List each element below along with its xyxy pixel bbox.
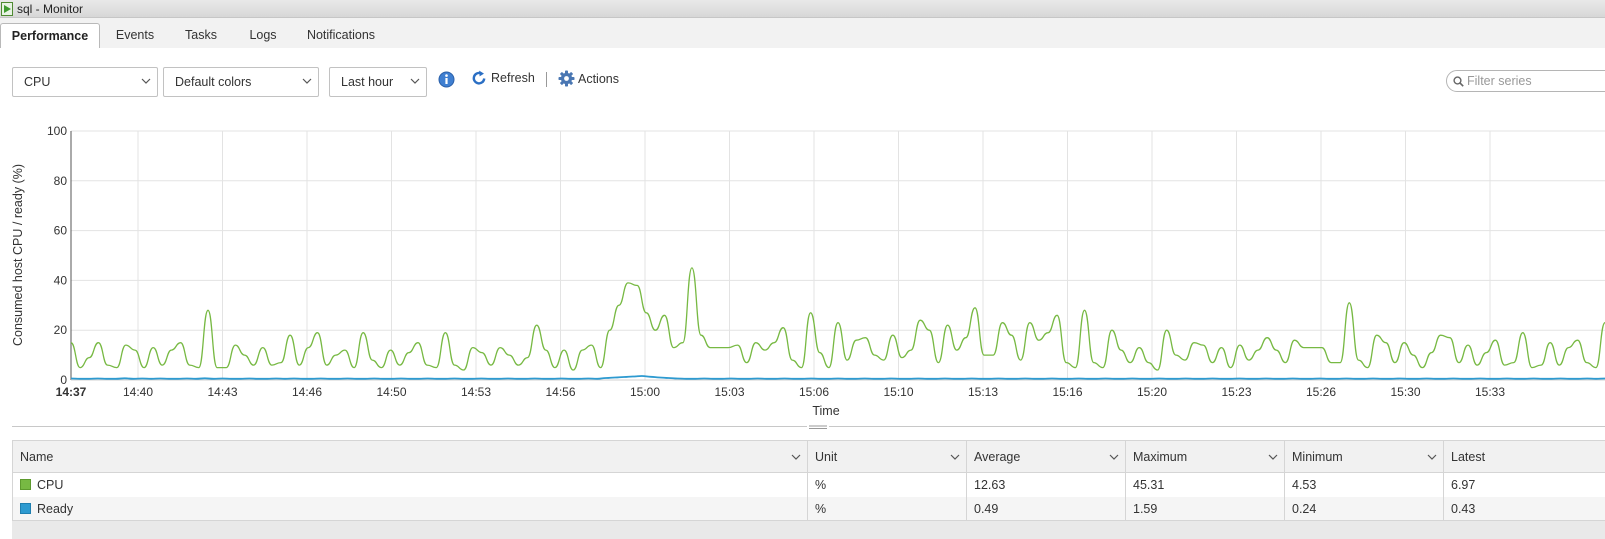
performance-chart: 02040608010014:37 14:40 14:43 14:46 14:50 14:… — [47, 124, 1605, 399]
x-tick-label: 14:56 — [545, 385, 575, 399]
row-minimum-cell: 4.53 — [1284, 472, 1444, 497]
chevron-down-icon[interactable] — [791, 453, 801, 461]
row-minimum-cell: 0.24 — [1284, 496, 1444, 521]
gear-icon — [558, 70, 575, 87]
series-line-ready — [70, 375, 1605, 380]
tab-notifications[interactable]: Notifications — [298, 23, 384, 48]
series-color-swatch — [20, 502, 31, 514]
series-table: Name Unit Average Maximum Minimum Latest… — [12, 440, 1605, 521]
x-tick-label: 15:00 — [630, 385, 660, 399]
y-tick-label: 40 — [54, 273, 68, 287]
metric-select-value: CPU — [24, 75, 51, 89]
x-tick-label: 14:37 — [56, 385, 87, 399]
chevron-down-icon[interactable] — [1427, 453, 1437, 461]
refresh-label: Refresh — [491, 71, 535, 85]
x-tick-label: 14:50 — [376, 385, 406, 399]
column-header-unit[interactable]: Unit — [807, 440, 967, 473]
x-tick-label: 15:30 — [1390, 385, 1420, 399]
filter-series-input[interactable] — [1467, 73, 1597, 89]
chevron-down-icon[interactable] — [1268, 453, 1278, 461]
metric-select[interactable]: CPU — [12, 67, 158, 97]
actions-label: Actions — [578, 71, 619, 86]
toolbar-separator — [546, 72, 547, 87]
refresh-icon — [472, 70, 486, 85]
tab-logs[interactable]: Logs — [240, 23, 286, 48]
table-row[interactable]: CPU % 12.63 45.31 4.53 6.97 — [12, 472, 1605, 497]
tab-tasks[interactable]: Tasks — [175, 23, 227, 48]
table-footer-bar — [12, 520, 1605, 539]
x-tick-label: 14:43 — [207, 385, 237, 399]
color-select[interactable]: Default colors — [163, 67, 319, 97]
column-header-maximum[interactable]: Maximum — [1125, 440, 1285, 473]
x-tick-label: 15:33 — [1475, 385, 1505, 399]
x-tick-label: 14:46 — [292, 385, 322, 399]
y-tick-label: 20 — [54, 323, 68, 337]
chevron-down-icon — [141, 78, 151, 84]
title-bar: sql - Monitor — [0, 0, 1605, 18]
chevron-down-icon[interactable] — [950, 453, 960, 461]
series-color-swatch — [20, 478, 31, 490]
y-tick-label: 100 — [47, 124, 67, 138]
row-latest-cell: 6.97 — [1443, 472, 1605, 497]
search-icon — [1453, 76, 1464, 87]
y-tick-label: 80 — [54, 174, 68, 188]
x-axis-title: Time — [812, 404, 840, 418]
info-icon[interactable] — [438, 71, 455, 88]
x-tick-label: 15:23 — [1221, 385, 1251, 399]
filter-series-field[interactable] — [1446, 70, 1605, 92]
tab-strip: Performance Events Tasks Logs Notificati… — [0, 18, 1605, 48]
column-header-minimum[interactable]: Minimum — [1284, 440, 1444, 473]
x-tick-label: 14:40 — [123, 385, 153, 399]
table-header-row: Name Unit Average Maximum Minimum Latest — [12, 440, 1605, 473]
x-tick-label: 15:20 — [1137, 385, 1167, 399]
row-maximum-cell: 45.31 — [1125, 472, 1285, 497]
vm-play-icon — [1, 1, 13, 16]
column-header-average[interactable]: Average — [966, 440, 1126, 473]
time-range-select[interactable]: Last hour — [329, 67, 427, 97]
row-average-cell: 0.49 — [966, 496, 1126, 521]
time-range-value: Last hour — [341, 75, 394, 89]
refresh-button[interactable]: Refresh — [471, 70, 535, 86]
chevron-down-icon[interactable] — [1109, 453, 1119, 461]
x-tick-label: 15:16 — [1052, 385, 1082, 399]
tab-performance[interactable]: Performance — [0, 23, 100, 48]
column-header-latest[interactable]: Latest — [1443, 440, 1605, 473]
column-header-name[interactable]: Name — [12, 440, 808, 473]
chevron-down-icon — [410, 78, 420, 84]
series-line-cpu — [70, 267, 1605, 371]
row-name-cell: Ready — [12, 496, 808, 521]
x-tick-label: 15:06 — [799, 385, 829, 399]
chevron-down-icon — [302, 78, 312, 84]
color-select-value: Default colors — [175, 75, 252, 89]
row-maximum-cell: 1.59 — [1125, 496, 1285, 521]
splitter-grip-icon[interactable] — [807, 423, 829, 431]
x-tick-label: 14:53 — [461, 385, 491, 399]
y-axis-title: Consumed host CPU / ready (%) — [11, 164, 25, 347]
x-tick-label: 15:10 — [883, 385, 913, 399]
actions-button[interactable]: Actions — [558, 70, 619, 87]
x-tick-label: 15:13 — [968, 385, 998, 399]
y-tick-label: 60 — [54, 224, 68, 238]
row-average-cell: 12.63 — [966, 472, 1126, 497]
row-name-cell: CPU — [12, 472, 808, 497]
window-title: sql - Monitor — [17, 1, 84, 16]
table-row[interactable]: Ready % 0.49 1.59 0.24 0.43 — [12, 496, 1605, 521]
row-unit-cell: % — [807, 472, 967, 497]
x-tick-label: 15:26 — [1306, 385, 1336, 399]
x-tick-label: 15:03 — [714, 385, 744, 399]
row-latest-cell: 0.43 — [1443, 496, 1605, 521]
row-unit-cell: % — [807, 496, 967, 521]
tab-events[interactable]: Events — [107, 23, 163, 48]
